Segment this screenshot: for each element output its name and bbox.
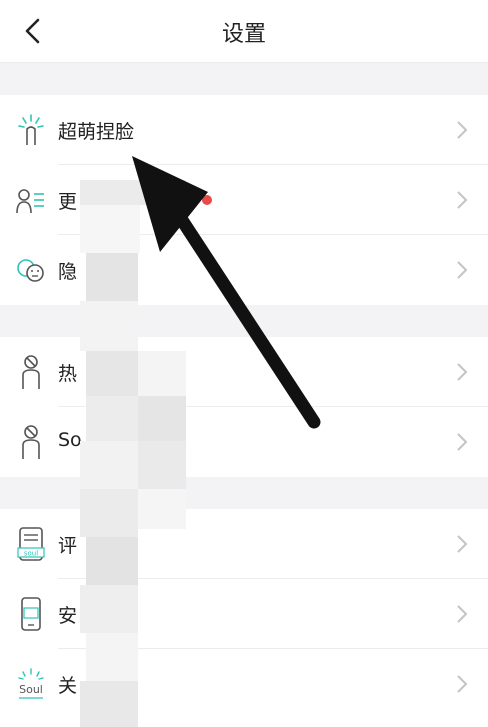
section-gap	[0, 477, 488, 509]
nav-bar: 设置	[0, 0, 488, 63]
section-gap	[0, 305, 488, 337]
settings-row-soul[interactable]: So	[0, 407, 488, 477]
settings-row-rate[interactable]: soul 评	[0, 509, 488, 579]
blocked-user-icon	[22, 425, 40, 459]
page-title: 设置	[221, 22, 266, 47]
settings-row-privacy[interactable]: 隐	[0, 235, 488, 305]
row-label: So	[58, 429, 82, 451]
chevron-right-icon	[457, 121, 468, 139]
chevron-right-icon	[457, 363, 468, 381]
settings-row-hot[interactable]: 热	[0, 337, 488, 407]
settings-row-more[interactable]: 更	[0, 165, 488, 235]
settings-row-about[interactable]: Soul 关	[0, 649, 488, 719]
row-label: 热	[58, 363, 78, 385]
chevron-right-icon	[457, 535, 468, 553]
chevron-right-icon	[457, 433, 468, 451]
chevron-right-icon	[457, 191, 468, 209]
row-label: 更	[58, 191, 78, 213]
user-list-icon	[16, 189, 44, 214]
row-label: 超萌捏脸	[58, 121, 135, 143]
settings-row-face-editor[interactable]: 超萌捏脸	[0, 95, 488, 165]
security-phone-icon	[21, 597, 41, 631]
soul-about-icon: Soul	[18, 668, 44, 699]
settings-row-security[interactable]: 安	[0, 579, 488, 649]
chevron-right-icon	[457, 675, 468, 693]
faces-icon	[17, 259, 44, 282]
row-label: 评	[58, 535, 78, 557]
chevron-right-icon	[457, 261, 468, 279]
row-label: 关	[58, 675, 78, 697]
sparkle-figure-icon	[18, 114, 44, 145]
notification-dot	[202, 195, 212, 205]
svg-text:Soul: Soul	[19, 683, 43, 696]
row-label: 隐	[58, 261, 78, 283]
section-gap	[0, 63, 488, 95]
blocked-user-icon	[22, 355, 40, 389]
svg-text:soul: soul	[24, 550, 38, 558]
soul-rating-icon: soul	[17, 527, 45, 561]
row-label: 安	[58, 605, 78, 627]
chevron-right-icon	[457, 605, 468, 623]
